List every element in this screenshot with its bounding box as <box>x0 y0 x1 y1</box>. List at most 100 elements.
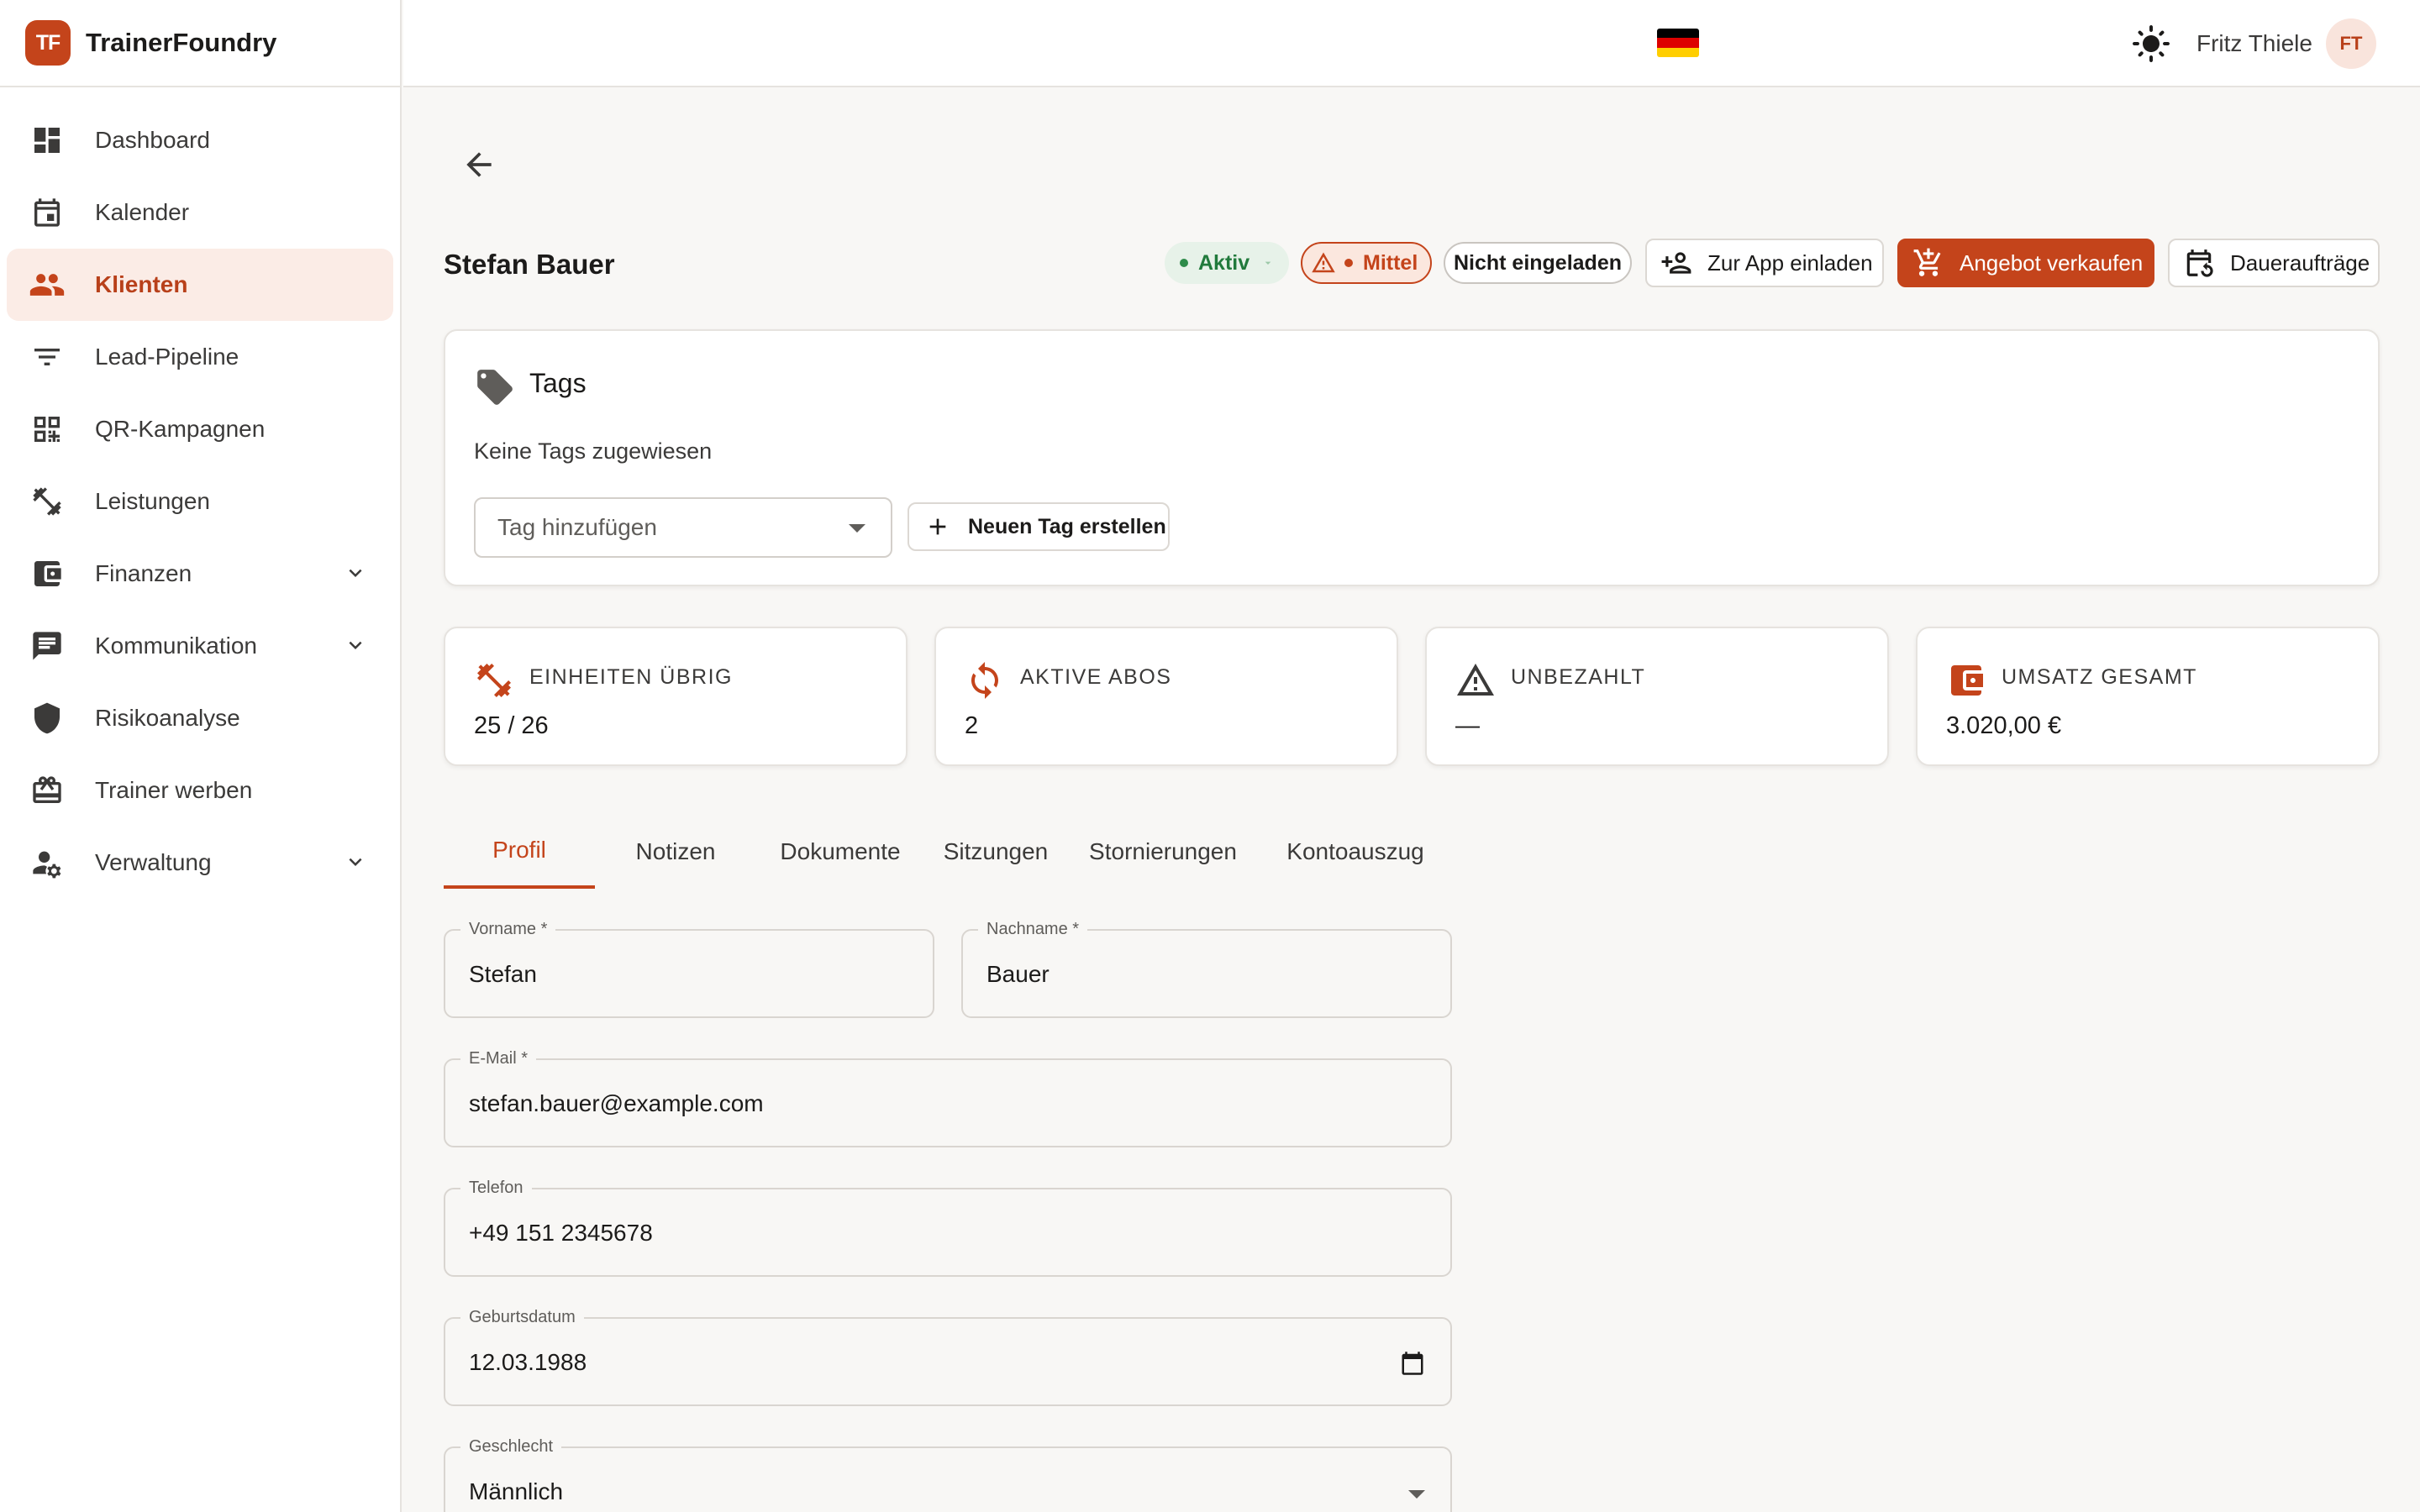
kpi-card-unpaid: UNBEZAHLT — <box>1425 627 1889 766</box>
german-flag-icon[interactable] <box>1657 29 1699 57</box>
dumbbell-icon <box>474 660 514 701</box>
kpi-label: UMSATZ GESAMT <box>2002 665 2197 689</box>
sidebar-item-label: Dashboard <box>95 127 210 153</box>
sidebar-item-label: Leistungen <box>95 488 211 514</box>
chevron-down-icon <box>1261 256 1275 270</box>
email-field[interactable]: E-Mail * stefan.bauer@example.com <box>444 1049 1452 1147</box>
create-tag-label: Neuen Tag erstellen <box>968 514 1166 538</box>
back-arrow-icon[interactable] <box>460 146 497 183</box>
chevron-down-icon <box>343 560 368 585</box>
filter-icon <box>29 339 66 375</box>
kpi-value: 2 <box>965 712 979 739</box>
tab-notizen[interactable]: Notizen <box>603 815 748 889</box>
page-title: Stefan Bauer <box>444 249 615 280</box>
field-label: Telefon <box>460 1179 532 1198</box>
tags-empty-text: Keine Tags zugewiesen <box>474 438 713 464</box>
kpi-label: EINHEITEN ÜBRIG <box>529 665 733 689</box>
wallet-icon <box>1946 660 1986 701</box>
field-value: Bauer <box>986 961 1050 987</box>
sidebar-item-label: Verwaltung <box>95 849 212 875</box>
field-value: Stefan <box>469 961 537 987</box>
sidebar-item-label: Kalender <box>95 199 190 225</box>
warning-icon <box>1311 250 1336 276</box>
chevron-down-icon <box>343 849 368 874</box>
tags-title: Tags <box>529 368 587 398</box>
plus-icon <box>924 513 951 540</box>
people-icon <box>29 266 66 303</box>
chevron-down-icon <box>343 633 368 658</box>
sidebar-item-label: Kommunikation <box>95 633 257 659</box>
caret-down-icon <box>849 524 865 533</box>
brand-logo: TF <box>25 20 71 66</box>
gender-select[interactable]: Geschlecht Männlich <box>444 1437 1452 1512</box>
calendar-icon <box>29 194 66 231</box>
sun-icon[interactable] <box>2131 24 2171 64</box>
risk-chip[interactable]: Mittel <box>1301 242 1432 284</box>
tag-select[interactable]: Tag hinzufügen <box>474 497 892 558</box>
invite-app-button[interactable]: Zur App einladen <box>1645 239 1884 287</box>
tag-icon <box>474 366 516 408</box>
sidebar-item-kalender[interactable]: Kalender <box>7 176 393 249</box>
kpi-card-subscriptions: AKTIVE ABOS 2 <box>934 627 1398 766</box>
field-label: Geschlecht <box>460 1437 562 1457</box>
tab-kontoauszug[interactable]: Kontoauszug <box>1267 815 1444 889</box>
sidebar-item-lead-pipeline[interactable]: Lead-Pipeline <box>7 321 393 393</box>
lastname-field[interactable]: Nachname * Bauer <box>961 920 1452 1018</box>
sidebar-item-risikoanalyse[interactable]: Risikoanalyse <box>7 682 393 754</box>
kpi-value: 3.020,00 € <box>1946 712 2062 739</box>
sidebar-item-finanzen[interactable]: Finanzen <box>7 538 393 610</box>
tab-profil[interactable]: Profil <box>444 815 595 889</box>
sidebar-item-verwaltung[interactable]: Verwaltung <box>7 827 393 899</box>
field-label: Nachname * <box>978 920 1088 939</box>
tab-sitzungen[interactable]: Sitzungen <box>933 815 1059 889</box>
sell-offer-button[interactable]: Angebot verkaufen <box>1897 239 2154 287</box>
dumbbell-icon <box>29 483 66 520</box>
invite-app-label: Zur App einladen <box>1707 249 1873 276</box>
field-value: Männlich <box>469 1478 564 1504</box>
sidebar-item-klienten[interactable]: Klienten <box>7 249 393 321</box>
firstname-field[interactable]: Vorname * Stefan <box>444 920 934 1018</box>
sidebar-item-kommunikation[interactable]: Kommunikation <box>7 610 393 682</box>
field-value: 12.03.1988 <box>469 1349 587 1375</box>
user-settings-icon <box>29 844 66 881</box>
gift-card-icon <box>29 772 66 809</box>
kpi-card-units: EINHEITEN ÜBRIG 25 / 26 <box>444 627 908 766</box>
tag-select-placeholder: Tag hinzufügen <box>497 514 657 540</box>
phone-field[interactable]: Telefon +49 151 2345678 <box>444 1179 1452 1277</box>
create-tag-button[interactable]: Neuen Tag erstellen <box>908 502 1170 551</box>
sidebar-item-label: Finanzen <box>95 560 192 586</box>
field-value: stefan.bauer@example.com <box>469 1090 764 1116</box>
sell-offer-label: Angebot verkaufen <box>1960 249 2144 276</box>
standing-orders-label: Daueraufträge <box>2230 249 2370 276</box>
user-name[interactable]: Fritz Thiele <box>2196 30 2312 57</box>
calendar-icon[interactable] <box>1400 1351 1425 1376</box>
kpi-label: AKTIVE ABOS <box>1020 665 1172 689</box>
tab-stornierungen[interactable]: Stornierungen <box>1067 815 1259 889</box>
kpi-card-revenue: UMSATZ GESAMT 3.020,00 € <box>1916 627 2380 766</box>
calendar-repeat-icon <box>2183 247 2215 279</box>
tab-dokumente[interactable]: Dokumente <box>756 815 924 889</box>
sidebar-item-qr-kampagnen[interactable]: QR-Kampagnen <box>7 393 393 465</box>
invite-status-chip[interactable]: Nicht eingeladen <box>1444 242 1632 284</box>
sidebar-item-trainer-werben[interactable]: Trainer werben <box>7 754 393 827</box>
cart-add-icon <box>1912 247 1944 279</box>
kpi-label: UNBEZAHLT <box>1511 665 1646 689</box>
person-add-icon <box>1660 247 1692 279</box>
wallet-icon <box>29 555 66 592</box>
status-chip[interactable]: Aktiv <box>1165 242 1289 284</box>
brand[interactable]: TF TrainerFoundry <box>0 0 400 87</box>
chat-icon <box>29 627 66 664</box>
kpi-value: 25 / 26 <box>474 712 549 739</box>
sidebar-item-dashboard[interactable]: Dashboard <box>7 104 393 176</box>
field-label: E-Mail * <box>460 1049 537 1068</box>
brand-name: TrainerFoundry <box>86 28 277 57</box>
warning-icon <box>1455 660 1496 701</box>
sidebar-item-label: Risikoanalyse <box>95 705 240 731</box>
standing-orders-button[interactable]: Daueraufträge <box>2168 239 2380 287</box>
topbar <box>403 0 2420 87</box>
sidebar-item-leistungen[interactable]: Leistungen <box>7 465 393 538</box>
sidebar-item-label: Lead-Pipeline <box>95 344 239 370</box>
birthdate-field[interactable]: Geburtsdatum 12.03.1988 <box>444 1308 1452 1406</box>
avatar[interactable]: FT <box>2326 18 2376 69</box>
risk-label: Mittel <box>1363 250 1418 275</box>
